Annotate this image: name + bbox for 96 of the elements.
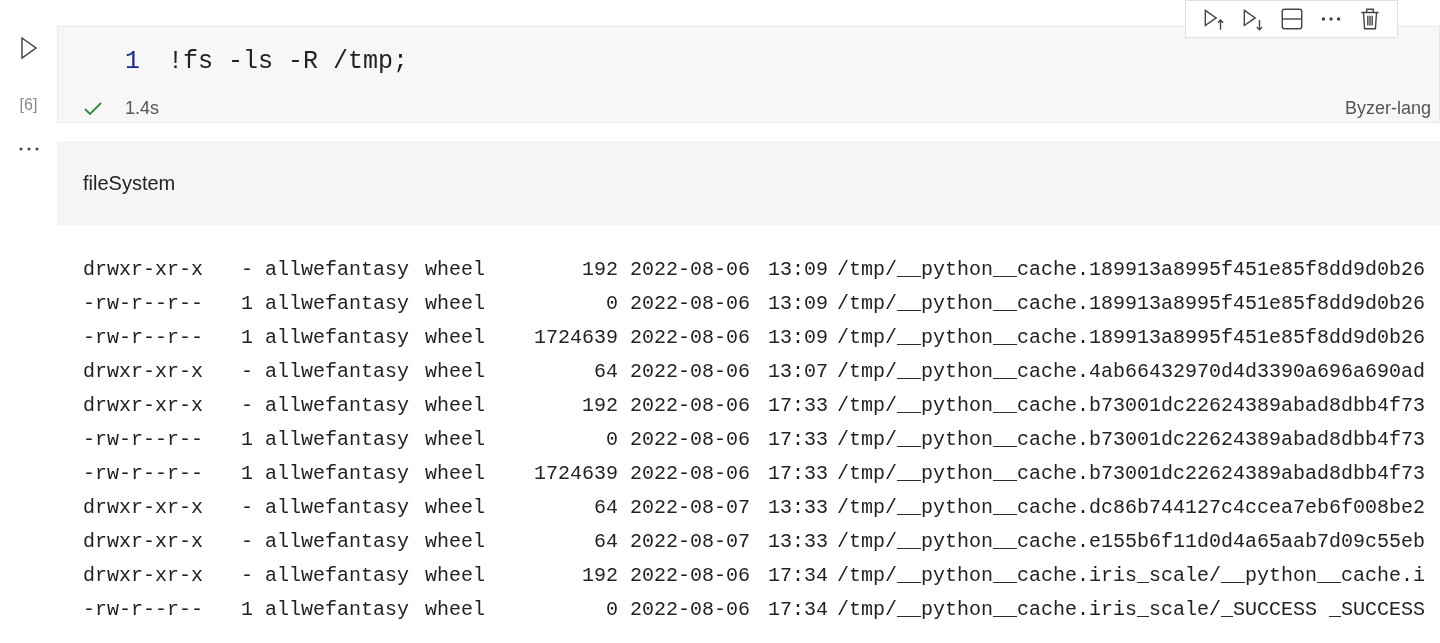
- file-path: /tmp/__python__cache.189913a8995f451e85f8dd9d0b26: [837, 257, 1426, 283]
- file-path: /tmp/__python__cache.189913a8995f451e85f8dd9d0b26: [837, 291, 1426, 317]
- group: wheel: [425, 289, 485, 319]
- group: wheel: [425, 323, 485, 353]
- date: 2022-08-06: [630, 563, 752, 589]
- permissions: drwxr-xr-x: [83, 529, 205, 555]
- language-label[interactable]: Byzer-lang: [1344, 95, 1431, 122]
- group: wheel: [425, 493, 485, 523]
- group: wheel: [425, 255, 485, 285]
- permissions: drwxr-xr-x: [83, 257, 205, 283]
- group: wheel: [425, 561, 485, 591]
- group: wheel: [425, 595, 485, 625]
- owner: allwefantasy: [265, 257, 411, 283]
- file-path: /tmp/__python__cache.189913a8995f451e85f8dd9d0b26: [837, 325, 1426, 351]
- link-count: 1: [240, 427, 253, 453]
- link-count: -: [240, 359, 253, 385]
- owner: allwefantasy: [265, 529, 411, 555]
- file-size: 1724639: [533, 461, 618, 487]
- date: 2022-08-06: [630, 393, 752, 419]
- owner: allwefantasy: [265, 495, 411, 521]
- date: 2022-08-07: [630, 495, 752, 521]
- time: 17:34: [768, 597, 829, 623]
- group: wheel: [425, 527, 485, 557]
- time: 13:09: [768, 257, 829, 283]
- permissions: -rw-r--r--: [83, 597, 205, 623]
- time: 13:07: [768, 359, 829, 385]
- permissions: -rw-r--r--: [83, 427, 205, 453]
- file-path: /tmp/__python__cache.e155b6f11d0d4a65aab7d09c55eb: [837, 529, 1426, 555]
- group: wheel: [425, 391, 485, 421]
- file-size: 192: [581, 563, 618, 589]
- date: 2022-08-06: [630, 597, 752, 623]
- file-path: /tmp/__python__cache.dc86b744127c4ccea7eb6f008be2: [837, 495, 1426, 521]
- group: wheel: [425, 459, 485, 489]
- link-count: 1: [240, 461, 253, 487]
- permissions: drwxr-xr-x: [83, 495, 205, 521]
- duration: 1.4s: [125, 97, 160, 120]
- file-size: 0: [605, 291, 618, 317]
- execution-count: [6]: [19, 95, 38, 115]
- link-count: -: [240, 529, 253, 555]
- permissions: -rw-r--r--: [83, 325, 205, 351]
- owner: allwefantasy: [265, 597, 411, 623]
- link-count: -: [240, 393, 253, 419]
- permissions: drwxr-xr-x: [83, 393, 205, 419]
- time: 13:09: [768, 325, 829, 351]
- file-path: /tmp/__python__cache.b73001dc22624389abad8dbb4f73: [837, 393, 1426, 419]
- file-size: 0: [605, 427, 618, 453]
- code-line[interactable]: !fs -ls -R /tmp;: [168, 43, 409, 81]
- link-count: 1: [240, 597, 253, 623]
- owner: allwefantasy: [265, 291, 411, 317]
- file-path: /tmp/__python__cache.b73001dc22624389abad8dbb4f73: [837, 461, 1426, 487]
- link-count: 1: [240, 325, 253, 351]
- permissions: drwxr-xr-x: [83, 563, 205, 589]
- permissions: drwxr-xr-x: [83, 359, 205, 385]
- owner: allwefantasy: [265, 427, 411, 453]
- date: 2022-08-06: [630, 325, 752, 351]
- file-size: 192: [581, 257, 618, 283]
- output-title: fileSystem: [83, 171, 176, 196]
- permissions: -rw-r--r--: [83, 291, 205, 317]
- owner: allwefantasy: [265, 461, 411, 487]
- link-count: -: [240, 495, 253, 521]
- owner: allwefantasy: [265, 563, 411, 589]
- owner: allwefantasy: [265, 359, 411, 385]
- owner: allwefantasy: [265, 393, 411, 419]
- time: 17:33: [768, 427, 829, 453]
- link-count: -: [240, 257, 253, 283]
- time: 13:33: [768, 529, 829, 555]
- link-count: 1: [240, 291, 253, 317]
- date: 2022-08-06: [630, 291, 752, 317]
- link-count: -: [240, 563, 253, 589]
- date: 2022-08-07: [630, 529, 752, 555]
- file-size: 64: [593, 495, 618, 521]
- file-size: 1724639: [533, 325, 618, 351]
- date: 2022-08-06: [630, 257, 752, 283]
- more-icon[interactable]: [17, 146, 40, 152]
- file-size: 64: [593, 529, 618, 555]
- line-number: 1: [125, 46, 140, 79]
- group: wheel: [425, 357, 485, 387]
- group: wheel: [425, 425, 485, 455]
- date: 2022-08-06: [630, 461, 752, 487]
- run-icon[interactable]: [18, 36, 39, 60]
- time: 13:33: [768, 495, 829, 521]
- file-path: /tmp/__python__cache.b73001dc22624389abad8dbb4f73: [837, 427, 1426, 453]
- date: 2022-08-06: [630, 359, 752, 385]
- date: 2022-08-06: [630, 427, 752, 453]
- time: 17:33: [768, 393, 829, 419]
- time: 17:33: [768, 461, 829, 487]
- time: 13:09: [768, 291, 829, 317]
- file-size: 192: [581, 393, 618, 419]
- time: 17:34: [768, 563, 829, 589]
- file-path: /tmp/__python__cache.iris_scale/_SUCCESS _SUCCESS: [837, 597, 1426, 623]
- permissions: -rw-r--r--: [83, 461, 205, 487]
- file-path: /tmp/__python__cache.iris_scale/__python__cache.i: [837, 563, 1426, 589]
- owner: allwefantasy: [265, 325, 411, 351]
- file-size: 64: [593, 359, 618, 385]
- file-path: /tmp/__python__cache.4ab66432970d4d3390a696a690ad: [837, 359, 1426, 385]
- file-size: 0: [605, 597, 618, 623]
